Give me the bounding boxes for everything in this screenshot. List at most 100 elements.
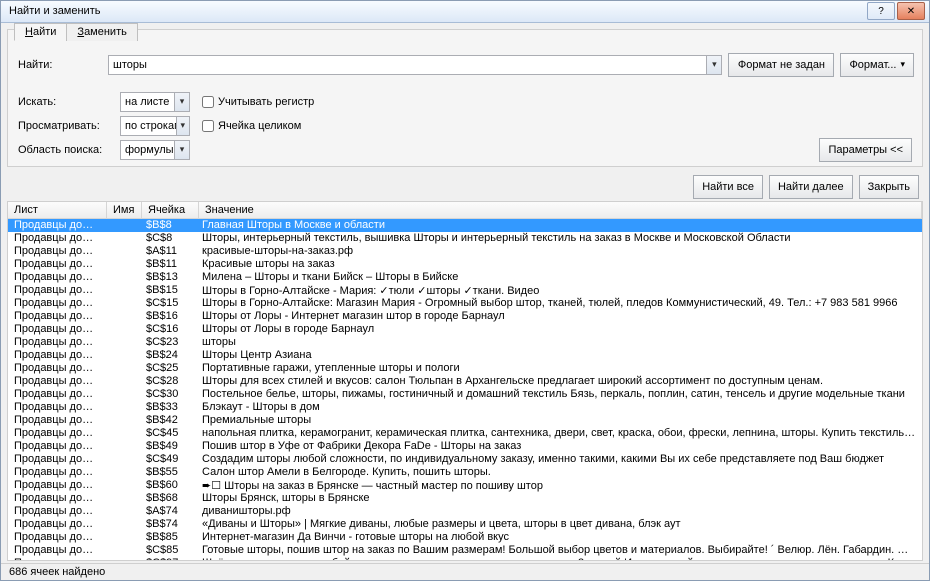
cell-sheet: Продавцы домашн... bbox=[8, 245, 106, 257]
cell-sheet: Продавцы домашн... bbox=[8, 479, 106, 491]
cell-sheet: Продавцы домашн... bbox=[8, 284, 106, 296]
table-row[interactable]: Продавцы домашн... $B$8Главная Шторы в Мо… bbox=[8, 219, 922, 232]
look-by-dropdown[interactable]: по строкам bbox=[120, 116, 190, 136]
tab-replace[interactable]: Заменить bbox=[66, 23, 137, 41]
table-row[interactable]: Продавцы домашн...$B$24Шторы Центр Азиан… bbox=[8, 349, 922, 362]
whole-cell-checkbox[interactable] bbox=[202, 120, 214, 132]
cell-ref: $C$25 bbox=[140, 362, 196, 374]
cell-value: Милена – Шторы и ткани Бийск – Шторы в Б… bbox=[196, 271, 922, 283]
close-window-button[interactable]: ✕ bbox=[897, 2, 925, 20]
look-label: Просматривать: bbox=[18, 120, 114, 132]
search-in-dropdown[interactable]: на листе bbox=[120, 92, 190, 112]
cell-value: Интернет-магазин Да Винчи - готовые штор… bbox=[196, 531, 922, 543]
cell-ref: $C$8 bbox=[140, 232, 196, 244]
table-row[interactable]: Продавцы домашн...$B$49Пошив штор в Уфе … bbox=[8, 440, 922, 453]
help-button[interactable]: ? bbox=[867, 2, 895, 20]
cell-value: ➨☐ Шторы на заказ в Брянске — частный ма… bbox=[196, 479, 922, 492]
find-input[interactable]: шторы bbox=[108, 55, 722, 75]
cell-ref: $C$85 bbox=[140, 544, 196, 556]
col-name[interactable]: Имя bbox=[107, 202, 142, 218]
table-row[interactable]: Продавцы домашн...$C$15Шторы в Горно-Алт… bbox=[8, 297, 922, 310]
cell-value: Главная Шторы в Москве и области bbox=[196, 219, 922, 231]
cell-sheet: Продавцы домашн... bbox=[8, 271, 106, 283]
table-row[interactable]: Продавцы домашн...$B$55Салон штор Амели … bbox=[8, 466, 922, 479]
table-row[interactable]: Продавцы домашн...$C$49Создадим шторы лю… bbox=[8, 453, 922, 466]
cell-ref: $C$23 bbox=[140, 336, 196, 348]
cell-ref: $B$55 bbox=[140, 466, 196, 478]
table-row[interactable]: Продавцы домашн...$B$11Красивые шторы на… bbox=[8, 258, 922, 271]
cell-ref: $B$8 bbox=[140, 219, 196, 231]
format-button[interactable]: Формат...▾ bbox=[840, 53, 914, 77]
col-cell[interactable]: Ячейка bbox=[142, 202, 199, 218]
cell-value: Создадим шторы любой сложности, по индив… bbox=[196, 453, 922, 465]
search-region-dropdown[interactable]: формулы bbox=[120, 140, 190, 160]
cell-sheet: Продавцы домашн... bbox=[8, 557, 106, 560]
chevron-down-icon[interactable]: ▾ bbox=[900, 59, 905, 70]
match-case-checkbox[interactable] bbox=[202, 96, 214, 108]
table-row[interactable]: Продавцы домашн...$A$74диваништоры.рф bbox=[8, 505, 922, 518]
cell-value: Постельное белье, шторы, пижамы, гостини… bbox=[196, 388, 922, 400]
table-row[interactable]: Продавцы домашн...$B$16Шторы от Лоры - И… bbox=[8, 310, 922, 323]
find-label: Найти: bbox=[18, 59, 102, 71]
cell-sheet: Продавцы домашн... bbox=[8, 401, 106, 413]
table-row[interactable]: Продавцы домашн...$C$97Шьём шторы на зак… bbox=[8, 557, 922, 560]
table-row[interactable]: Продавцы домашн...$C$30Постельное белье,… bbox=[8, 388, 922, 401]
table-row[interactable]: Продавцы домашн...$B$60➨☐ Шторы на заказ… bbox=[8, 479, 922, 492]
tab-find[interactable]: Найти bbox=[14, 23, 67, 41]
format-not-set-button[interactable]: Формат не задан bbox=[728, 53, 834, 77]
cell-value: шторы bbox=[196, 336, 922, 348]
table-row[interactable]: Продавцы домашн...$C$8Шторы, интерьерный… bbox=[8, 232, 922, 245]
cell-ref: $B$74 bbox=[140, 518, 196, 530]
table-row[interactable]: Продавцы домашн...$C$45напольная плитка,… bbox=[8, 427, 922, 440]
cell-value: Премиальные шторы bbox=[196, 414, 922, 426]
cell-value: напольная плитка, керамогранит, керамиче… bbox=[196, 427, 922, 439]
table-row[interactable]: Продавцы домашн... $B$13Милена – Шторы и … bbox=[8, 271, 922, 284]
col-value[interactable]: Значение bbox=[199, 202, 922, 218]
cell-sheet: Продавцы домашн... bbox=[8, 297, 106, 309]
table-row[interactable]: Продавцы домашн...$B$74«Диваны и Шторы» … bbox=[8, 518, 922, 531]
cell-sheet: Продавцы домашн... bbox=[8, 440, 106, 452]
cell-sheet: Продавцы домашн... bbox=[8, 531, 106, 543]
cell-sheet: Продавцы домашн... bbox=[8, 323, 106, 335]
chevron-down-icon[interactable] bbox=[174, 141, 189, 159]
chevron-down-icon[interactable] bbox=[706, 56, 721, 74]
cell-sheet: Продавцы домашн... bbox=[8, 310, 106, 322]
table-row[interactable]: Продавцы домашн... $B$42Премиальные шторы bbox=[8, 414, 922, 427]
col-sheet[interactable]: Лист bbox=[8, 202, 107, 218]
cell-value: Шторы Брянск, шторы в Брянске bbox=[196, 492, 922, 504]
cell-value: Пошив штор в Уфе от Фабрики Декора FaDe … bbox=[196, 440, 922, 452]
results-body[interactable]: Продавцы домашн... $B$8Главная Шторы в Мо… bbox=[8, 219, 922, 560]
table-row[interactable]: Продавцы домашн...$C$28Шторы для всех ст… bbox=[8, 375, 922, 388]
cell-value: красивые-шторы-на-заказ.рф bbox=[196, 245, 922, 257]
table-row[interactable]: Продавцы домашн...$C$25Портативные гараж… bbox=[8, 362, 922, 375]
find-next-button[interactable]: Найти далее bbox=[769, 175, 853, 199]
table-row[interactable]: Продавцы домашн...$C$16Шторы от Лоры в г… bbox=[8, 323, 922, 336]
cell-value: Шторы в Горно-Алтайске: Магазин Мария - … bbox=[196, 297, 922, 309]
cell-ref: $B$42 bbox=[140, 414, 196, 426]
cell-sheet: Продавцы домашн... bbox=[8, 492, 106, 504]
table-row[interactable]: Продавцы домашн...$B$85Интернет-магазин … bbox=[8, 531, 922, 544]
cell-ref: $C$49 bbox=[140, 453, 196, 465]
cell-sheet: Продавцы домашн... bbox=[8, 388, 106, 400]
cell-value: диваништоры.рф bbox=[196, 505, 922, 517]
parameters-button[interactable]: Параметры << bbox=[819, 138, 912, 162]
cell-value: Блэкаут - Шторы в дом bbox=[196, 401, 922, 413]
cell-ref: $C$16 bbox=[140, 323, 196, 335]
table-row[interactable]: Продавцы домашн...$B$15Шторы в Горно-Алт… bbox=[8, 284, 922, 297]
cell-ref: $B$13 bbox=[140, 271, 196, 283]
find-all-button[interactable]: Найти все bbox=[693, 175, 763, 199]
cell-sheet: Продавцы домашн... bbox=[8, 414, 106, 426]
table-row[interactable]: Продавцы домашн...$B$68Шторы Брянск, што… bbox=[8, 492, 922, 505]
cell-ref: $C$97 bbox=[140, 557, 196, 560]
table-row[interactable]: Продавцы домашн...$A$11красивые-шторы-на… bbox=[8, 245, 922, 258]
cell-value: Салон штор Амели в Белгороде. Купить, по… bbox=[196, 466, 922, 478]
close-button[interactable]: Закрыть bbox=[859, 175, 919, 199]
table-row[interactable]: Продавцы домашн...$B$33Блэкаут - Шторы в… bbox=[8, 401, 922, 414]
table-row[interactable]: Продавцы домашн...$C$85Готовые шторы, по… bbox=[8, 544, 922, 557]
table-row[interactable]: Продавцы домашн...$C$23шторы bbox=[8, 336, 922, 349]
search-label: Искать: bbox=[18, 96, 114, 108]
cell-sheet: Продавцы домашн... bbox=[8, 219, 106, 231]
chevron-down-icon[interactable] bbox=[176, 117, 189, 135]
chevron-down-icon[interactable] bbox=[174, 93, 189, 111]
cell-sheet: Продавцы домашн... bbox=[8, 505, 106, 517]
